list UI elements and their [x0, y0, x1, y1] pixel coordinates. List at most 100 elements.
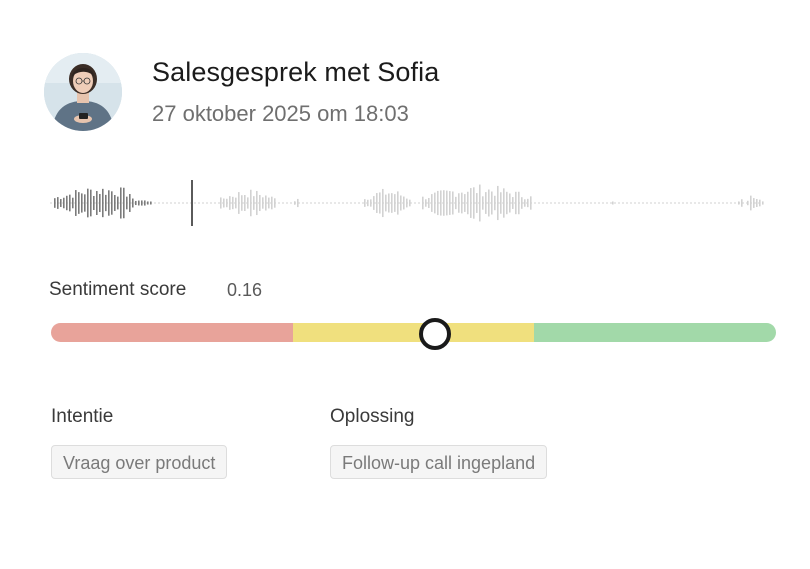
waveform-bar: [521, 197, 523, 209]
waveform-bar: [54, 198, 56, 208]
waveform-bar: [385, 194, 387, 212]
call-summary-card: Salesgesprek met Sofia 27 oktober 2025 o…: [0, 0, 810, 569]
waveform-bar: [135, 200, 137, 206]
waveform-bar: [102, 188, 104, 218]
waveform-bar: [138, 200, 140, 206]
waveform-bar: [72, 197, 74, 209]
waveform-bar: [144, 200, 146, 206]
call-datetime: 27 oktober 2025 om 18:03: [152, 101, 409, 126]
waveform-bar: [87, 188, 89, 218]
waveform-bar: [440, 190, 442, 216]
waveform-bar: [123, 187, 125, 219]
waveform-bar: [150, 201, 152, 205]
waveform-bar: [382, 188, 384, 218]
waveform-bar: [241, 195, 243, 211]
waveform-bar: [400, 195, 402, 211]
waveform-bar: [428, 197, 430, 209]
waveform-bar: [223, 198, 225, 208]
waveform-bar: [494, 195, 496, 211]
waveform-bar: [232, 196, 234, 210]
waveform-bar: [759, 199, 761, 207]
waveform-bar: [762, 201, 764, 205]
waveform-bar: [437, 190, 439, 216]
sentiment-indicator: [419, 318, 452, 350]
waveform-bar: [93, 195, 95, 211]
waveform-bar: [271, 196, 273, 210]
waveform-bar: [129, 194, 131, 212]
waveform-bar: [108, 190, 110, 216]
waveform-bar: [388, 193, 390, 213]
waveform-bar: [57, 197, 59, 209]
waveform-bar: [141, 200, 143, 206]
waveform-bar: [488, 189, 490, 217]
waveform-bar: [756, 199, 758, 207]
avatar: [44, 53, 122, 131]
waveform-bar: [60, 199, 62, 207]
waveform-bar: [235, 197, 237, 209]
waveform-bar: [367, 199, 369, 207]
waveform-bar: [409, 199, 411, 207]
waveform-bar: [96, 191, 98, 215]
waveform-bar: [262, 197, 264, 209]
call-title: Salesgesprek met Sofia: [152, 57, 440, 87]
waveform-bar: [476, 193, 478, 213]
intent-tag: Vraag over product: [51, 445, 228, 479]
waveform-bar: [126, 196, 128, 210]
waveform-bar: [66, 195, 68, 211]
waveform-bar: [455, 196, 457, 210]
waveform-bar: [403, 196, 405, 210]
waveform-bar: [446, 190, 448, 216]
intent-label: Intentie: [51, 406, 114, 427]
waveform-bar: [391, 193, 393, 213]
waveform-bar: [244, 195, 246, 211]
waveform-bar: [117, 196, 119, 210]
waveform-bar: [497, 185, 499, 221]
audio-waveform[interactable]: [50, 178, 770, 228]
sentiment-neutral-segment: [292, 323, 535, 342]
waveform-bar: [84, 194, 86, 212]
waveform-bar: [253, 196, 255, 210]
waveform-bar: [473, 187, 475, 219]
resolution-label: Oplossing: [330, 406, 415, 427]
waveform-bar: [259, 194, 261, 212]
waveform-bar: [120, 187, 122, 219]
sentiment-negative-segment: [51, 323, 293, 342]
playhead[interactable]: [191, 180, 193, 226]
waveform-bar: [379, 192, 381, 214]
waveform-bar: [741, 199, 743, 207]
waveform-bar: [397, 191, 399, 215]
waveform-bar: [443, 190, 445, 216]
resolution-tag: Follow-up call ingepland: [330, 445, 548, 479]
waveform-bar: [78, 192, 80, 214]
waveform-bar: [512, 197, 514, 209]
waveform-bar: [147, 201, 149, 205]
waveform-bar: [274, 198, 276, 208]
waveform-bar: [503, 188, 505, 218]
waveform-bar: [464, 194, 466, 212]
waveform-bar: [500, 192, 502, 214]
waveform-bar: [482, 196, 484, 210]
waveform-bar: [747, 200, 749, 206]
waveform-bar: [467, 191, 469, 215]
waveform-bar: [612, 201, 614, 205]
waveform-bar: [452, 191, 454, 215]
waveform-bar: [515, 191, 517, 215]
sentiment-value: 0.16: [227, 280, 263, 300]
waveform-bar: [524, 199, 526, 207]
waveform-bar: [297, 198, 299, 208]
waveform-bar: [111, 191, 113, 215]
waveform-bar: [75, 190, 77, 216]
waveform-bar: [753, 198, 755, 208]
waveform-bar: [247, 197, 249, 209]
waveform-bar: [750, 195, 752, 211]
sentiment-bar: [51, 323, 776, 342]
waveform-bar: [373, 196, 375, 210]
sentiment-positive-segment: [534, 323, 776, 342]
waveform-bar: [530, 196, 532, 210]
waveform-bar: [256, 190, 258, 216]
waveform-bar: [370, 199, 372, 207]
waveform-bar: [518, 191, 520, 215]
waveform-bar: [485, 192, 487, 214]
waveform-bar: [422, 196, 424, 210]
waveform-bar: [527, 198, 529, 208]
